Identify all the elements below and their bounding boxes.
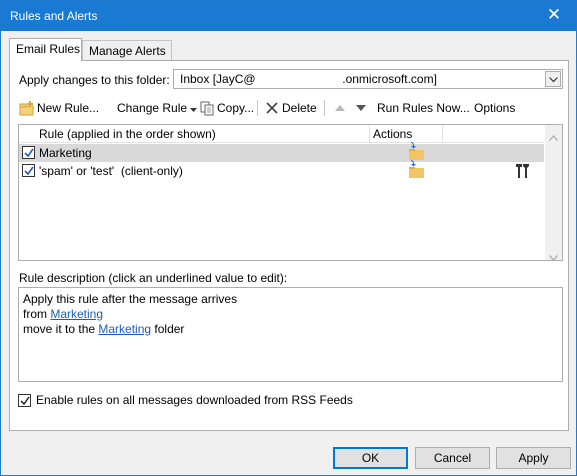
rss-rules-option[interactable]: Enable rules on all messages downloaded … (18, 393, 353, 407)
scroll-up-icon[interactable] (549, 130, 558, 141)
rule-description-box: Apply this rule after the message arrive… (18, 287, 563, 382)
description-line: from Marketing (23, 307, 562, 322)
tab-email-rules[interactable]: Email Rules (9, 38, 82, 61)
tab-manage-alerts[interactable]: Manage Alerts (82, 40, 172, 61)
move-down-arrow-icon (353, 100, 369, 116)
options-button[interactable]: Options (474, 98, 515, 118)
folder-value: Inbox [JayC@ .onmicrosoft.com] (180, 72, 437, 86)
new-rule-icon (19, 100, 35, 116)
description-line: move it to the Marketing folder (23, 322, 562, 337)
copy-button[interactable]: Copy... (199, 98, 254, 118)
change-rule-button[interactable]: Change Rule (117, 98, 198, 118)
description-text: from (23, 307, 51, 321)
rule-name: 'spam' or 'test' (client-only) (39, 164, 183, 178)
email-rules-panel: Apply changes to this folder: Inbox [Jay… (9, 60, 569, 431)
column-divider[interactable] (369, 125, 370, 143)
rss-checkbox[interactable] (18, 393, 31, 407)
chevron-down-icon[interactable] (545, 71, 561, 87)
new-rule-button[interactable]: New Rule... (19, 98, 99, 118)
marketing-folder-link[interactable]: Marketing (98, 322, 151, 336)
column-divider[interactable] (442, 125, 443, 143)
copy-icon (199, 100, 215, 116)
move-to-folder-icon (407, 160, 425, 180)
list-header: Rule (applied in the order shown) Action… (19, 125, 544, 143)
client-only-tools-icon (515, 163, 531, 179)
rules-list[interactable]: Rule (applied in the order shown) Action… (18, 124, 563, 261)
run-rules-now-button[interactable]: Run Rules Now... (377, 98, 470, 118)
rule-checkbox[interactable] (22, 146, 35, 159)
toolbar-divider (257, 100, 258, 116)
change-rule-label: Change Rule (117, 101, 188, 115)
move-to-folder-icon (407, 142, 425, 162)
folder-select[interactable]: Inbox [JayC@ .onmicrosoft.com] (173, 69, 563, 89)
description-text: folder (151, 322, 185, 336)
apply-button[interactable]: Apply (496, 447, 571, 469)
rules-toolbar: New Rule... Change Rule Copy... Delete R… (19, 98, 564, 118)
delete-label: Delete (282, 101, 317, 115)
title-bar: Rules and Alerts ✕ (1, 1, 576, 31)
description-text: move it to the (23, 322, 99, 336)
rules-and-alerts-dialog: Rules and Alerts ✕ Email Rules Manage Al… (0, 0, 577, 476)
move-down-button[interactable] (353, 98, 371, 118)
list-scrollbar[interactable] (545, 125, 562, 261)
delete-x-icon (264, 100, 280, 116)
copy-label: Copy... (217, 101, 255, 115)
scroll-down-icon[interactable] (549, 250, 558, 261)
rule-row[interactable]: 'spam' or 'test' (client-only) (19, 160, 544, 180)
options-label: Options (474, 101, 516, 115)
delete-button[interactable]: Delete (264, 98, 317, 118)
cancel-button[interactable]: Cancel (415, 447, 490, 469)
rule-name: Marketing (39, 146, 92, 160)
folder-label: Apply changes to this folder: (19, 73, 170, 87)
move-up-arrow-icon (332, 100, 348, 116)
rule-row[interactable]: Marketing (19, 142, 544, 162)
rule-checkbox[interactable] (22, 164, 35, 177)
close-button[interactable]: ✕ (532, 1, 576, 31)
window-title: Rules and Alerts (10, 9, 98, 23)
dropdown-arrow-icon (190, 101, 198, 115)
move-up-button[interactable] (332, 98, 350, 118)
run-rules-now-label: Run Rules Now... (377, 101, 470, 115)
description-line: Apply this rule after the message arrive… (23, 292, 238, 306)
column-header-actions[interactable]: Actions (373, 127, 412, 141)
ok-button[interactable]: OK (333, 447, 408, 469)
rule-description-label: Rule description (click an underlined va… (19, 271, 288, 285)
rss-label: Enable rules on all messages downloaded … (36, 393, 353, 407)
toolbar-divider (324, 100, 325, 116)
from-marketing-link[interactable]: Marketing (50, 307, 103, 321)
new-rule-label: New Rule... (37, 101, 100, 115)
column-header-rule[interactable]: Rule (applied in the order shown) (39, 127, 216, 141)
